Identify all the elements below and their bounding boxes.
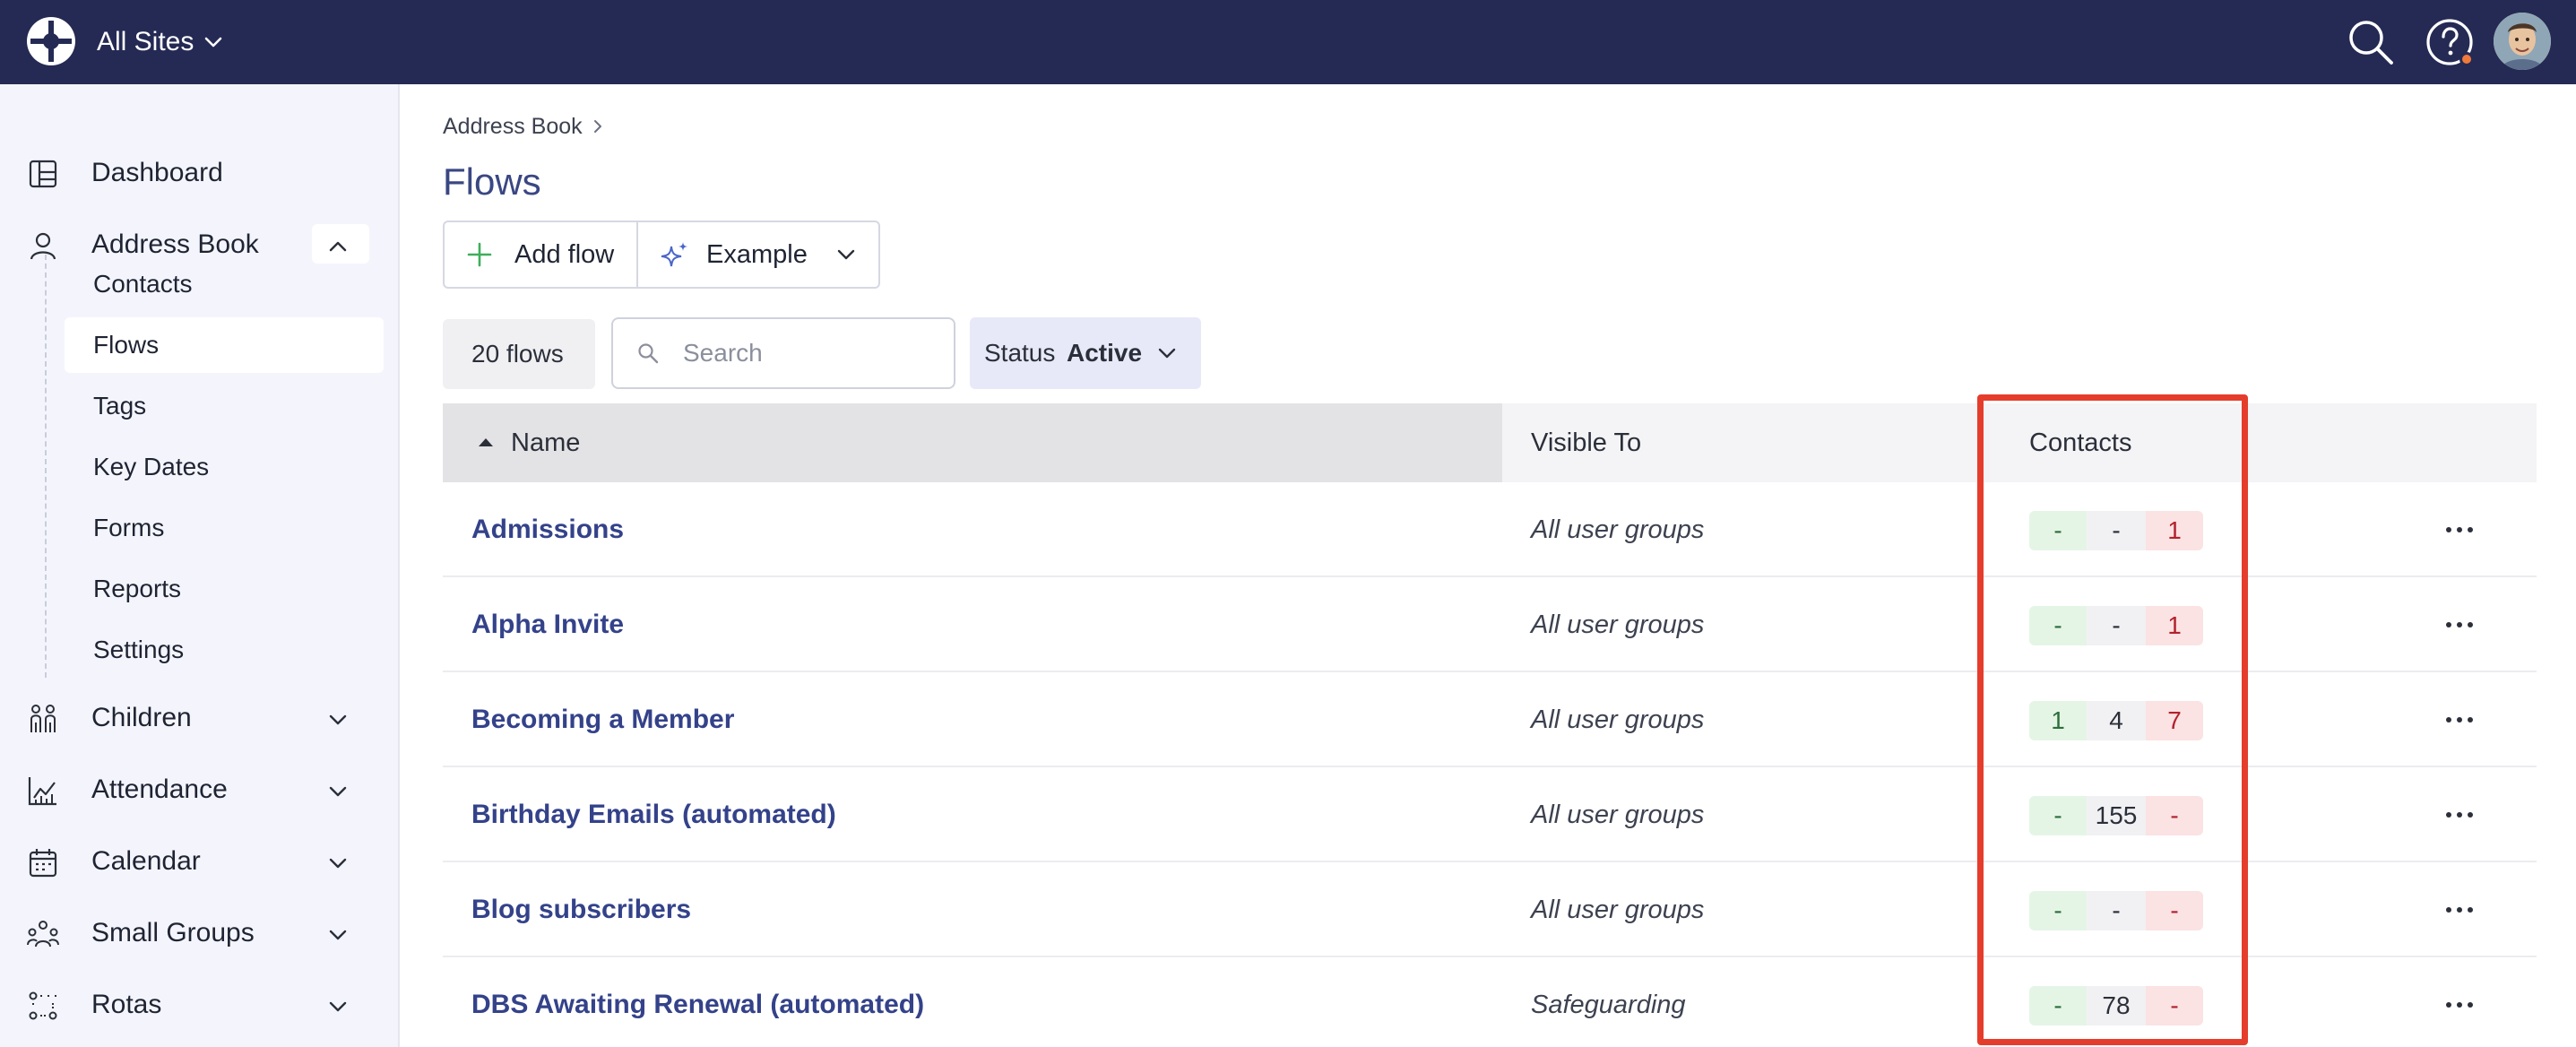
search-input[interactable] <box>683 335 934 371</box>
chevron-down-icon[interactable] <box>201 30 226 55</box>
breadcrumb[interactable]: Address Book <box>443 113 583 140</box>
rota-icon <box>29 991 57 1020</box>
chevron-right-icon <box>594 120 601 133</box>
submenu-guide-line <box>45 255 47 678</box>
sidebar: Dashboard Address Book Contacts Flows Ta… <box>0 84 400 1047</box>
flow-name-link[interactable]: Admissions <box>471 515 624 545</box>
chevron-down-icon[interactable] <box>324 706 351 733</box>
sidebar-subitem-label: Reports <box>93 575 182 602</box>
status-filter-key: Status <box>984 339 1056 367</box>
visible-to-value: All user groups <box>1531 515 1705 544</box>
column-header-name[interactable]: Name <box>443 403 1502 482</box>
chevron-down-icon[interactable] <box>324 993 351 1020</box>
sidebar-item-rotas[interactable]: Rotas <box>0 977 400 1031</box>
sidebar-item-label: Attendance <box>91 774 228 804</box>
chevron-down-icon[interactable] <box>324 922 351 948</box>
flow-name-link[interactable]: Blog subscribers <box>471 895 691 925</box>
more-options-icon[interactable] <box>2443 516 2476 543</box>
sidebar-subitem-tags[interactable]: Tags <box>65 378 384 434</box>
more-options-icon[interactable] <box>2443 896 2476 923</box>
sidebar-subitem-reports[interactable]: Reports <box>65 561 384 617</box>
group-icon <box>27 921 59 947</box>
flow-count-label: 20 flows <box>471 340 564 368</box>
visible-to-value: All user groups <box>1531 705 1705 734</box>
sidebar-subitem-label: Forms <box>93 514 165 541</box>
search-icon[interactable] <box>2345 16 2397 68</box>
more-options-icon[interactable] <box>2443 801 2476 828</box>
app-logo-icon[interactable] <box>25 15 77 67</box>
column-header-visible-to[interactable]: Visible To <box>1531 428 1641 457</box>
sidebar-item-label: Calendar <box>91 846 201 876</box>
example-label: Example <box>706 240 808 269</box>
sidebar-subitem-forms[interactable]: Forms <box>65 500 384 556</box>
sidebar-item-label: Rotas <box>91 990 162 1019</box>
chevron-down-icon <box>1158 348 1176 359</box>
visible-to-value: All user groups <box>1531 800 1705 829</box>
sidebar-item-label: Address Book <box>91 229 259 259</box>
avatar[interactable] <box>2494 13 2551 70</box>
children-icon <box>30 705 56 732</box>
search-field[interactable] <box>611 317 955 389</box>
chart-icon <box>28 777 56 806</box>
dashboard-icon <box>29 160 57 188</box>
sidebar-item-label: Dashboard <box>91 158 223 187</box>
sidebar-item-attendance[interactable]: Attendance <box>0 762 400 816</box>
chevron-down-icon[interactable] <box>324 778 351 805</box>
more-options-icon[interactable] <box>2443 706 2476 733</box>
chevron-down-icon <box>837 249 855 260</box>
visible-to-value: All user groups <box>1531 896 1705 924</box>
sidebar-item-label: Small Groups <box>91 918 255 947</box>
sidebar-item-calendar[interactable]: Calendar <box>0 834 400 887</box>
sidebar-subitem-label: Tags <box>93 392 147 420</box>
sparkle-icon <box>661 242 687 267</box>
status-filter-value: Active <box>1067 339 1143 367</box>
more-options-icon[interactable] <box>2443 611 2476 638</box>
sidebar-subitem-label: Settings <box>93 636 185 663</box>
sidebar-subitem-settings[interactable]: Settings <box>65 622 384 678</box>
person-icon <box>30 232 56 260</box>
sidebar-subitem-label: Key Dates <box>93 453 210 480</box>
flow-count-badge: 20 flows <box>443 319 595 389</box>
sidebar-subitem-flows[interactable]: Flows <box>65 317 384 373</box>
flow-name-link[interactable]: Becoming a Member <box>471 705 734 735</box>
toolbar: Add flow Example <box>443 221 880 289</box>
sidebar-subitem-key-dates[interactable]: Key Dates <box>65 439 384 495</box>
flow-name-link[interactable]: Birthday Emails (automated) <box>471 800 836 830</box>
example-dropdown-button[interactable]: Example <box>638 222 878 287</box>
visible-to-value: All user groups <box>1531 610 1705 639</box>
sidebar-item-children[interactable]: Children <box>0 690 400 744</box>
sidebar-item-label: Children <box>91 703 192 732</box>
sidebar-item-small-groups[interactable]: Small Groups <box>0 905 400 959</box>
sidebar-subitem-contacts[interactable]: Contacts <box>65 256 384 312</box>
contacts-column-highlight <box>1977 394 2248 1045</box>
more-options-icon[interactable] <box>2443 991 2476 1018</box>
sidebar-item-dashboard[interactable]: Dashboard <box>0 145 400 199</box>
chevron-down-icon[interactable] <box>324 850 351 877</box>
add-flow-label: Add flow <box>514 240 615 269</box>
page-title: Flows <box>443 160 541 203</box>
sidebar-subitem-label: Contacts <box>93 270 193 298</box>
sidebar-subitem-label: Flows <box>93 331 160 359</box>
avatar-image <box>2494 13 2551 70</box>
top-bar: All Sites <box>0 0 2576 84</box>
column-header-name-label: Name <box>511 428 581 457</box>
notification-dot <box>2459 52 2474 66</box>
flow-name-link[interactable]: Alpha Invite <box>471 610 624 640</box>
status-filter[interactable]: Status Active <box>970 317 1201 389</box>
plus-icon <box>467 242 492 267</box>
flow-name-link[interactable]: DBS Awaiting Renewal (automated) <box>471 990 924 1020</box>
add-flow-button[interactable]: Add flow <box>445 222 638 287</box>
search-icon <box>638 343 659 364</box>
calendar-icon <box>29 849 57 878</box>
sort-ascending-icon <box>479 438 493 446</box>
site-selector-label[interactable]: All Sites <box>97 27 194 57</box>
visible-to-value: Safeguarding <box>1531 991 1686 1019</box>
